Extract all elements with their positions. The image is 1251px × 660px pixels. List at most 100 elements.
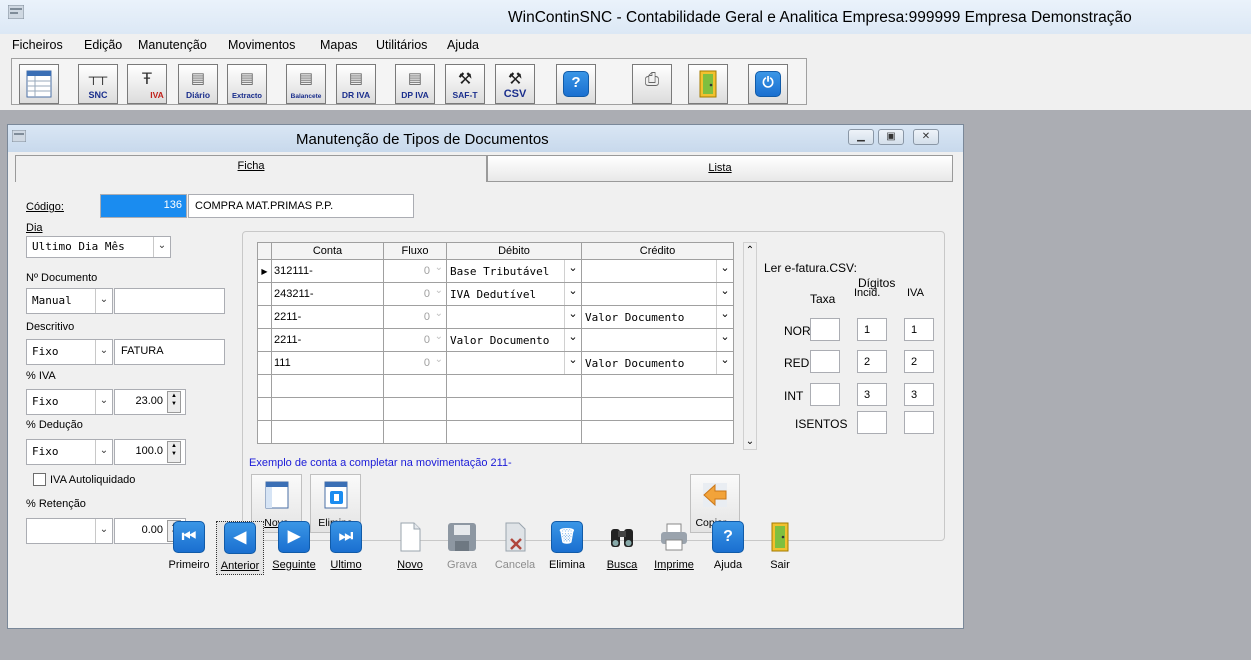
- red-incid-input[interactable]: 2: [857, 350, 887, 373]
- row-selector[interactable]: [257, 351, 272, 375]
- sair-button[interactable]: Sair: [756, 521, 804, 575]
- cell-fluxo[interactable]: 0: [383, 305, 447, 329]
- row-selector[interactable]: [257, 305, 272, 329]
- red-iva-input[interactable]: 2: [904, 350, 934, 373]
- codigo-description-input[interactable]: COMPRA MAT.PRIMAS P.P.: [188, 194, 414, 218]
- isentos-iva-input[interactable]: [904, 411, 934, 434]
- cell-credito[interactable]: Valor Documento: [581, 305, 734, 329]
- table-row[interactable]: 243211- 0 IVA Dedutível: [257, 282, 734, 306]
- cell-debito[interactable]: [446, 351, 582, 375]
- scroll-up-icon[interactable]: ⌃: [744, 245, 756, 256]
- print-button[interactable]: ⎙: [632, 64, 672, 104]
- table-row[interactable]: ▶ 312111- 0 Base Tributável: [257, 259, 734, 283]
- saft-button[interactable]: ⚒ SAF-T: [445, 64, 485, 104]
- extracto-button[interactable]: ▤ Extracto: [227, 64, 267, 104]
- dia-select[interactable]: Ultimo Dia Mês ⌄: [26, 236, 171, 258]
- isentos-incid-input[interactable]: [857, 411, 887, 434]
- exit-button[interactable]: [688, 64, 728, 104]
- grid-scrollbar[interactable]: ⌃ ⌄: [743, 242, 757, 450]
- cell-debito[interactable]: Valor Documento: [446, 328, 582, 352]
- cell-conta[interactable]: 312111-: [271, 259, 384, 283]
- menu-movimentos[interactable]: Movimentos: [228, 38, 295, 52]
- col-header-credito[interactable]: Crédito: [581, 242, 734, 260]
- col-header-conta[interactable]: Conta: [271, 242, 384, 260]
- balancete-button[interactable]: ▤ Balancete: [286, 64, 326, 104]
- iva-spinner[interactable]: ▲ ▼: [167, 391, 181, 413]
- power-button[interactable]: ⏻: [748, 64, 788, 104]
- grava-button[interactable]: Grava: [438, 521, 486, 575]
- seguinte-button[interactable]: ▶ Seguinte: [270, 521, 318, 575]
- busca-button[interactable]: Busca: [598, 521, 646, 575]
- cell-fluxo[interactable]: 0: [383, 328, 447, 352]
- cell-conta[interactable]: 243211-: [271, 282, 384, 306]
- retencao-mode-select[interactable]: ⌄: [26, 518, 113, 544]
- diario-button[interactable]: ▤ Diário: [178, 64, 218, 104]
- row-selector[interactable]: [257, 328, 272, 352]
- menu-utilitarios[interactable]: Utilitários: [376, 38, 427, 52]
- table-row[interactable]: 111 0 Valor Documento: [257, 351, 734, 375]
- cell-debito[interactable]: [446, 305, 582, 329]
- elimina-button[interactable]: 🗑 Elimina: [543, 521, 591, 575]
- codigo-input[interactable]: 136: [100, 194, 187, 218]
- cell-fluxo[interactable]: 0: [383, 351, 447, 375]
- cell-credito[interactable]: [581, 282, 734, 306]
- menu-ficheiros[interactable]: Ficheiros: [12, 38, 63, 52]
- table-row-empty[interactable]: [257, 420, 734, 444]
- cell-credito[interactable]: [581, 328, 734, 352]
- minimize-button[interactable]: ▁: [848, 129, 874, 145]
- ndoc-mode-select[interactable]: Manual ⌄: [26, 288, 113, 314]
- autoliquidado-checkbox[interactable]: [33, 473, 46, 486]
- ultimo-button[interactable]: ⏭ Ultimo: [322, 521, 370, 575]
- iva-mode-select[interactable]: Fixo ⌄: [26, 389, 113, 415]
- cell-debito[interactable]: IVA Dedutível: [446, 282, 582, 306]
- table-row[interactable]: 2211- 0 Valor Documento: [257, 328, 734, 352]
- cell-fluxo[interactable]: 0: [383, 259, 447, 283]
- anterior-button[interactable]: ◀ Anterior: [216, 521, 264, 575]
- tab-ficha[interactable]: Ficha: [15, 155, 487, 182]
- table-row[interactable]: 2211- 0 Valor Documento: [257, 305, 734, 329]
- menu-edicao[interactable]: Edição: [84, 38, 122, 52]
- tab-lista[interactable]: Lista: [487, 155, 953, 182]
- table-row-empty[interactable]: [257, 374, 734, 398]
- help-button[interactable]: ?: [556, 64, 596, 104]
- scroll-down-icon[interactable]: ⌄: [744, 436, 756, 447]
- nor-iva-input[interactable]: 1: [904, 318, 934, 341]
- col-header-debito[interactable]: Débito: [446, 242, 582, 260]
- row-selector[interactable]: [257, 282, 272, 306]
- dp-iva-button[interactable]: ▤ DP IVA: [395, 64, 435, 104]
- deducao-spinner[interactable]: ▲ ▼: [167, 441, 181, 463]
- col-header-fluxo[interactable]: Fluxo: [383, 242, 447, 260]
- cell-fluxo[interactable]: 0: [383, 282, 447, 306]
- cell-conta[interactable]: 2211-: [271, 305, 384, 329]
- plano-contas-button[interactable]: [19, 64, 59, 104]
- table-row-empty[interactable]: [257, 397, 734, 421]
- nor-incid-input[interactable]: 1: [857, 318, 887, 341]
- ndoc-input[interactable]: [114, 288, 225, 314]
- ajuda-button[interactable]: ? Ajuda: [704, 521, 752, 575]
- primeiro-button[interactable]: ⏮ Primeiro: [165, 521, 213, 575]
- imprime-button[interactable]: Imprime: [650, 521, 698, 575]
- csv-button[interactable]: ⚒ CSV: [495, 64, 535, 104]
- cell-credito[interactable]: [581, 259, 734, 283]
- int-taxa-input[interactable]: [810, 383, 840, 406]
- menu-ajuda[interactable]: Ajuda: [447, 38, 479, 52]
- menu-mapas[interactable]: Mapas: [320, 38, 358, 52]
- descritivo-mode-select[interactable]: Fixo ⌄: [26, 339, 113, 365]
- dr-iva-button[interactable]: ▤ DR IVA: [336, 64, 376, 104]
- int-iva-input[interactable]: 3: [904, 383, 934, 406]
- cell-credito[interactable]: Valor Documento: [581, 351, 734, 375]
- cancela-button[interactable]: Cancela: [491, 521, 539, 575]
- cell-debito[interactable]: Base Tributável: [446, 259, 582, 283]
- cell-conta[interactable]: 111: [271, 351, 384, 375]
- row-selector-icon[interactable]: ▶: [257, 259, 272, 283]
- novo-button[interactable]: Novo: [386, 521, 434, 575]
- maximize-button[interactable]: ▣: [878, 129, 904, 145]
- menu-manutencao[interactable]: Manutenção: [138, 38, 207, 52]
- nor-taxa-input[interactable]: [810, 318, 840, 341]
- deducao-mode-select[interactable]: Fixo ⌄: [26, 439, 113, 465]
- snc-button[interactable]: ┬┬ SNC: [78, 64, 118, 104]
- close-button[interactable]: ✕: [913, 129, 939, 145]
- iva-button[interactable]: Ŧ IVA: [127, 64, 167, 104]
- cell-conta[interactable]: 2211-: [271, 328, 384, 352]
- int-incid-input[interactable]: 3: [857, 383, 887, 406]
